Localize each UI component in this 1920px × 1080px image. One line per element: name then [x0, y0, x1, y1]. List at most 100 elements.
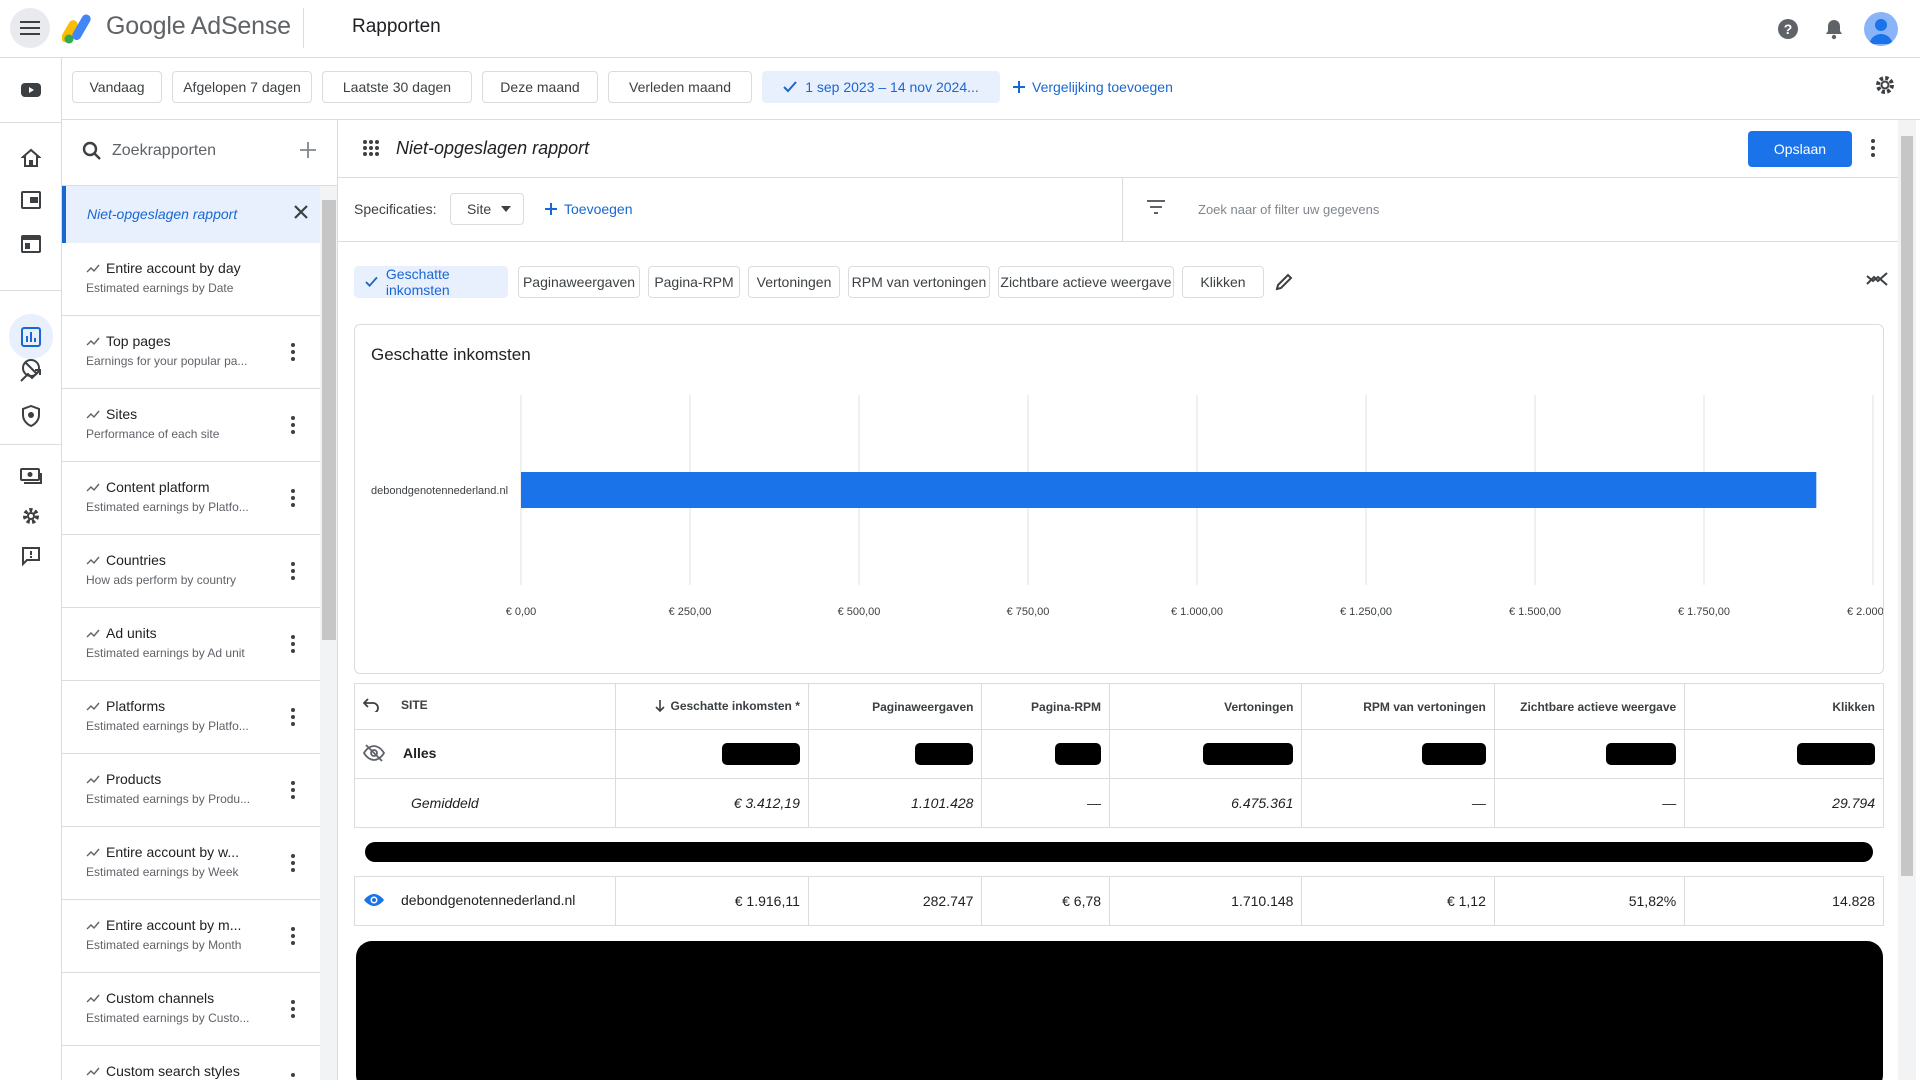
close-icon[interactable]: [292, 203, 310, 221]
date-range-toolbar: Vandaag Afgelopen 7 dagen Laatste 30 dag…: [62, 58, 1920, 120]
metric-chip-impression-rpm[interactable]: RPM van vertoningen: [848, 266, 990, 298]
site-header-label: SITE: [401, 698, 428, 712]
column-header-earnings[interactable]: Geschatte inkomsten *: [615, 683, 809, 730]
nav-payments[interactable]: [9, 454, 53, 498]
nav-optimization[interactable]: [9, 354, 53, 398]
sidebar-scrollbar[interactable]: [320, 186, 337, 1080]
column-header-active-view[interactable]: Zichtbare actieve weergave: [1493, 683, 1686, 730]
divider: [303, 8, 304, 48]
help-button[interactable]: ?: [1772, 13, 1804, 45]
new-report-icon[interactable]: [298, 140, 318, 160]
date-chip-last-month[interactable]: Verleden maand: [608, 71, 752, 103]
more-vert-icon[interactable]: [290, 415, 296, 435]
main-scrollbar[interactable]: [1898, 120, 1916, 1080]
bar[interactable]: [521, 472, 1817, 508]
redacted-value: [1203, 743, 1294, 765]
filter-icon[interactable]: [1146, 200, 1166, 214]
payments-icon: [20, 468, 42, 484]
undo-icon[interactable]: [363, 698, 379, 712]
chart-toggle-icon[interactable]: [1866, 272, 1888, 286]
report-list-item[interactable]: Countries How ads perform by country: [62, 535, 320, 608]
report-list-item[interactable]: Ad units Estimated earnings by Ad unit: [62, 608, 320, 681]
report-list-item[interactable]: Top pages Earnings for your popular pa...: [62, 316, 320, 389]
more-vert-icon[interactable]: [290, 1072, 296, 1080]
nav-sites[interactable]: [9, 222, 53, 266]
add-dimension-button[interactable]: Toevoegen: [544, 193, 633, 225]
unsaved-report-item[interactable]: Niet-opgeslagen rapport: [62, 186, 320, 243]
total-label: Alles: [403, 744, 437, 761]
nav-youtube[interactable]: [9, 68, 53, 112]
column-header-impressions[interactable]: Vertoningen: [1109, 683, 1303, 730]
redacted-value: [915, 743, 974, 765]
column-header-site[interactable]: SITE: [353, 683, 617, 730]
date-chip-today[interactable]: Vandaag: [72, 71, 162, 103]
report-settings-button[interactable]: [1874, 74, 1896, 96]
row-clicks: 14.828: [1684, 876, 1884, 926]
date-chip-last-30-days[interactable]: Laatste 30 dagen: [322, 71, 472, 103]
report-title-label: Top pages: [106, 333, 171, 349]
report-title-label: Custom channels: [106, 990, 215, 1006]
nav-feedback[interactable]: [9, 534, 53, 578]
nav-home[interactable]: [9, 136, 53, 180]
column-header-impression-rpm[interactable]: RPM van vertoningen: [1301, 683, 1495, 730]
report-subtitle: Performance of each site: [86, 427, 220, 441]
more-vert-icon[interactable]: [290, 780, 296, 800]
column-header-pageviews[interactable]: Paginaweergaven: [807, 683, 983, 730]
more-vert-icon[interactable]: [290, 342, 296, 362]
date-chip-this-month[interactable]: Deze maand: [482, 71, 598, 103]
report-title: Countries: [86, 552, 166, 568]
metric-chip-estimated-earnings[interactable]: Geschatte inkomsten: [354, 266, 508, 298]
apps-grid-icon[interactable]: [362, 139, 380, 157]
report-name[interactable]: Niet-opgeslagen rapport: [396, 138, 589, 159]
visibility-icon[interactable]: [363, 893, 385, 907]
add-comparison-button[interactable]: Vergelijking toevoegen: [1012, 71, 1173, 103]
nav-policy[interactable]: [9, 394, 53, 438]
more-vert-icon[interactable]: [290, 853, 296, 873]
date-range-selector[interactable]: 1 sep 2023 – 14 nov 2024...: [762, 71, 1000, 103]
report-list-item[interactable]: Platforms Estimated earnings by Platfo...: [62, 681, 320, 754]
more-vert-icon[interactable]: [290, 561, 296, 581]
metric-chip-page-rpm[interactable]: Pagina-RPM: [648, 266, 740, 298]
save-button[interactable]: Opslaan: [1748, 131, 1852, 167]
x-tick-label: € 1.000,00: [1171, 606, 1223, 618]
more-vert-icon[interactable]: [290, 634, 296, 654]
more-vert-icon[interactable]: [290, 999, 296, 1019]
date-chip-last-7-days[interactable]: Afgelopen 7 dagen: [172, 71, 312, 103]
metric-chip-impressions[interactable]: Vertoningen: [748, 266, 840, 298]
column-header-page-rpm[interactable]: Pagina-RPM: [981, 683, 1111, 730]
trend-icon: [86, 775, 100, 784]
metric-chip-clicks[interactable]: Klikken: [1182, 266, 1264, 298]
main-menu-button[interactable]: [10, 8, 50, 48]
report-list-item[interactable]: Sites Performance of each site: [62, 389, 320, 462]
nav-ads[interactable]: [9, 178, 53, 222]
edit-metrics-icon[interactable]: [1274, 272, 1294, 292]
x-tick-label: € 500,00: [838, 606, 881, 618]
more-vert-icon[interactable]: [290, 926, 296, 946]
account-avatar[interactable]: [1864, 12, 1898, 46]
report-list-item[interactable]: Products Estimated earnings by Produ...: [62, 754, 320, 827]
more-vert-icon[interactable]: [290, 707, 296, 727]
report-list-item[interactable]: Entire account by w... Estimated earnings…: [62, 827, 320, 900]
search-input[interactable]: Zoekrapporten: [112, 142, 216, 160]
report-list-item[interactable]: Entire account by day Estimated earnings …: [62, 243, 320, 316]
filter-input[interactable]: Zoek naar of filter uw gegevens: [1198, 202, 1379, 217]
column-header-clicks[interactable]: Klikken: [1684, 683, 1884, 730]
report-list-item[interactable]: Content platform Estimated earnings by Pl…: [62, 462, 320, 535]
table-row[interactable]: debondgenotennederland.nl € 1.916,11 282…: [353, 876, 1884, 926]
report-list-item[interactable]: Custom channels Estimated earnings by Cus…: [62, 973, 320, 1046]
notifications-button[interactable]: [1818, 13, 1850, 45]
report-subtitle: Earnings for your popular pa...: [86, 354, 248, 368]
nav-reports-active[interactable]: [9, 315, 53, 359]
metric-chip-pageviews[interactable]: Paginaweergaven: [518, 266, 640, 298]
nav-settings[interactable]: [9, 494, 53, 538]
more-vert-icon[interactable]: [1870, 138, 1876, 158]
site-dimension-chip[interactable]: Site: [450, 193, 524, 225]
redacted-value: [1421, 743, 1486, 765]
report-list-item[interactable]: Custom search styles: [62, 1046, 320, 1080]
x-tick-label: € 0,00: [506, 606, 537, 618]
check-icon: [365, 276, 378, 288]
report-list-item[interactable]: Entire account by m... Estimated earnings…: [62, 900, 320, 973]
more-vert-icon[interactable]: [290, 488, 296, 508]
visibility-off-icon[interactable]: [363, 743, 385, 762]
metric-chip-active-view[interactable]: Zichtbare actieve weergave: [998, 266, 1174, 298]
